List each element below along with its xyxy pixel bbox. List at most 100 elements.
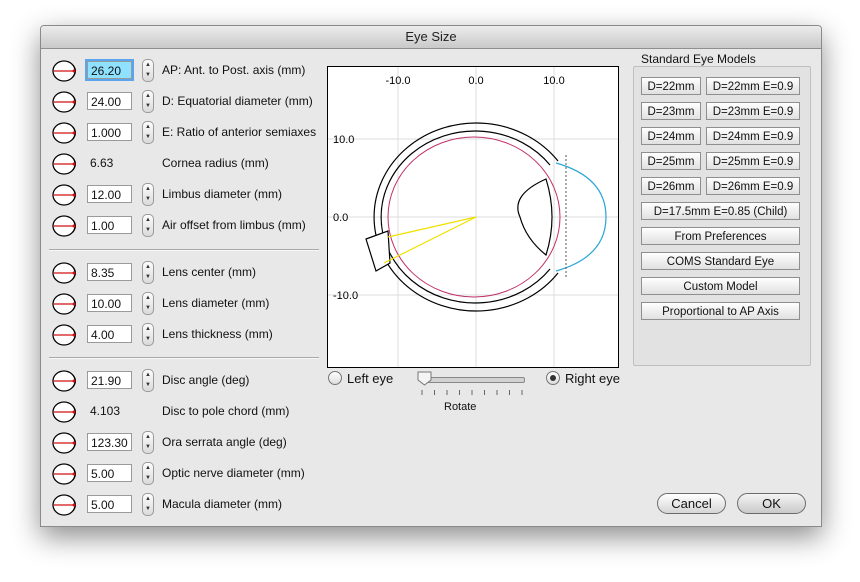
stepper-down-icon[interactable]: ▼ [145,103,151,110]
stepper-up-icon[interactable]: ▲ [145,264,151,271]
value-field[interactable]: 123.30 [87,433,132,451]
stepper-up-icon[interactable]: ▲ [145,295,151,302]
model-d25-e09-button[interactable]: D=25mm E=0.9 [706,152,800,170]
disc-ray [387,216,477,238]
parameter-label: Ora serrata angle (deg) [162,435,287,449]
stepper-up-icon[interactable]: ▲ [145,62,151,69]
parameter-row: 26.20 ▲ ▼ AP: Ant. to Post. axis (mm) [49,58,319,84]
lens-diameter-icon [52,293,76,315]
cancel-button[interactable]: Cancel [657,493,726,514]
stepper-down-icon[interactable]: ▼ [145,134,151,141]
parameter-row: 12.00 ▲ ▼ Limbus diameter (mm) [49,182,319,208]
value-field[interactable]: 24.00 [87,92,132,110]
stepper-down-icon[interactable]: ▼ [145,305,151,312]
model-d22-e09-button[interactable]: D=22mm E=0.9 [706,77,800,95]
ok-button[interactable]: OK [737,493,806,514]
stepper-up-icon[interactable]: ▲ [145,372,151,379]
value-field[interactable]: 1.00 [87,216,132,234]
value-field[interactable]: 10.00 [87,294,132,312]
value-stepper[interactable]: ▲ ▼ [142,59,154,82]
model-d24-button[interactable]: D=24mm [641,127,701,145]
value-stepper[interactable]: ▲ ▼ [142,261,154,284]
stepper-up-icon[interactable]: ▲ [145,186,151,193]
model-d24-e09-button[interactable]: D=24mm E=0.9 [706,127,800,145]
value-stepper[interactable]: ▲ ▼ [142,183,154,206]
value-stepper[interactable]: ▲ ▼ [142,214,154,237]
model-d23-button[interactable]: D=23mm [641,102,701,120]
coms-standard-eye-button[interactable]: COMS Standard Eye [641,252,800,270]
eye-diagram-plot: -10.0 0.0 10.0 10.0 0.0 -10.0 [327,66,619,368]
parameter-row: 21.90 ▲ ▼ Disc angle (deg) [49,368,319,394]
parameter-label: Cornea radius (mm) [162,156,269,170]
parameter-row: 1.00 ▲ ▼ Air offset from limbus (mm) [49,213,319,239]
air-offset-icon [52,215,76,237]
value-stepper[interactable]: ▲ ▼ [142,462,154,485]
stepper-up-icon[interactable]: ▲ [145,124,151,131]
proportional-ap-axis-button[interactable]: Proportional to AP Axis [641,302,800,320]
model-d22-button[interactable]: D=22mm [641,77,701,95]
stepper-down-icon[interactable]: ▼ [145,227,151,234]
model-d26-button[interactable]: D=26mm [641,177,701,195]
value-stepper[interactable]: ▲ ▼ [142,323,154,346]
stepper-down-icon[interactable]: ▼ [145,506,151,513]
left-eye-label: Left eye [347,371,394,386]
y-tick-label: 0.0 [333,212,348,224]
custom-model-button[interactable]: Custom Model [641,277,800,295]
standard-models-title: Standard Eye Models [641,52,756,66]
stepper-down-icon[interactable]: ▼ [145,196,151,203]
rotate-slider-knob[interactable] [417,371,432,386]
parameter-row: 8.35 ▲ ▼ Lens center (mm) [49,260,319,286]
value-stepper[interactable]: ▲ ▼ [142,369,154,392]
value-field[interactable]: 4.00 [87,325,132,343]
lens-center-icon [52,262,76,284]
value-field[interactable]: 12.00 [87,185,132,203]
value-stepper[interactable]: ▲ ▼ [142,292,154,315]
model-d23-e09-button[interactable]: D=23mm E=0.9 [706,102,800,120]
value-stepper[interactable]: ▲ ▼ [142,431,154,454]
value-field[interactable]: 5.00 [87,495,132,513]
eye-size-dialog: Eye Size 26.20 ▲ ▼ AP: Ant. to Post. axis (… [40,25,822,527]
stepper-down-icon[interactable]: ▼ [145,336,151,343]
stepper-down-icon[interactable]: ▼ [145,72,151,79]
right-eye-label: Right eye [565,371,620,386]
value-field[interactable]: 26.20 [85,59,134,81]
parameter-label: Disc angle (deg) [162,373,250,387]
model-child-button[interactable]: D=17.5mm E=0.85 (Child) [641,202,800,220]
stepper-up-icon[interactable]: ▲ [145,434,151,441]
value-field[interactable]: 8.35 [87,263,132,281]
value-field[interactable]: 5.00 [87,464,132,482]
value-field: 4.103 [90,404,121,418]
model-d26-e09-button[interactable]: D=26mm E=0.9 [706,177,800,195]
stepper-up-icon[interactable]: ▲ [145,217,151,224]
parameter-label: Disc to pole chord (mm) [162,404,290,418]
right-eye-radio[interactable]: Right eye [546,371,620,386]
value-field[interactable]: 1.000 [87,123,132,141]
rotate-slider-track[interactable] [421,377,525,383]
value-stepper[interactable]: ▲ ▼ [142,121,154,144]
value-stepper[interactable]: ▲ ▼ [142,493,154,516]
stepper-down-icon[interactable]: ▼ [145,382,151,389]
value-field[interactable]: 21.90 [87,371,132,389]
parameter-row: 6.63 Cornea radius (mm) [49,151,319,177]
radio-on-icon [546,371,560,385]
parameter-label: AP: Ant. to Post. axis (mm) [162,63,306,77]
stepper-down-icon[interactable]: ▼ [145,274,151,281]
rotate-label: Rotate [444,401,477,413]
from-preferences-button[interactable]: From Preferences [641,227,800,245]
stepper-up-icon[interactable]: ▲ [145,93,151,100]
stepper-up-icon[interactable]: ▲ [145,465,151,472]
parameter-row: 123.30 ▲ ▼ Ora serrata angle (deg) [49,430,319,456]
stepper-down-icon[interactable]: ▼ [145,475,151,482]
eye-diagram-svg: -10.0 0.0 10.0 10.0 0.0 -10.0 [328,67,618,367]
model-d25-button[interactable]: D=25mm [641,152,701,170]
parameter-row: 5.00 ▲ ▼ Optic nerve diameter (mm) [49,461,319,487]
stepper-down-icon[interactable]: ▼ [145,444,151,451]
macula-diameter-icon [52,494,76,516]
left-eye-radio[interactable]: Left eye [328,371,393,386]
stepper-up-icon[interactable]: ▲ [145,496,151,503]
stepper-up-icon[interactable]: ▲ [145,326,151,333]
value-stepper[interactable]: ▲ ▼ [142,90,154,113]
parameter-row: 24.00 ▲ ▼ D: Equatorial diameter (mm) [49,89,319,115]
lens-thickness-icon [52,324,76,346]
limbus-diameter-icon [52,184,76,206]
